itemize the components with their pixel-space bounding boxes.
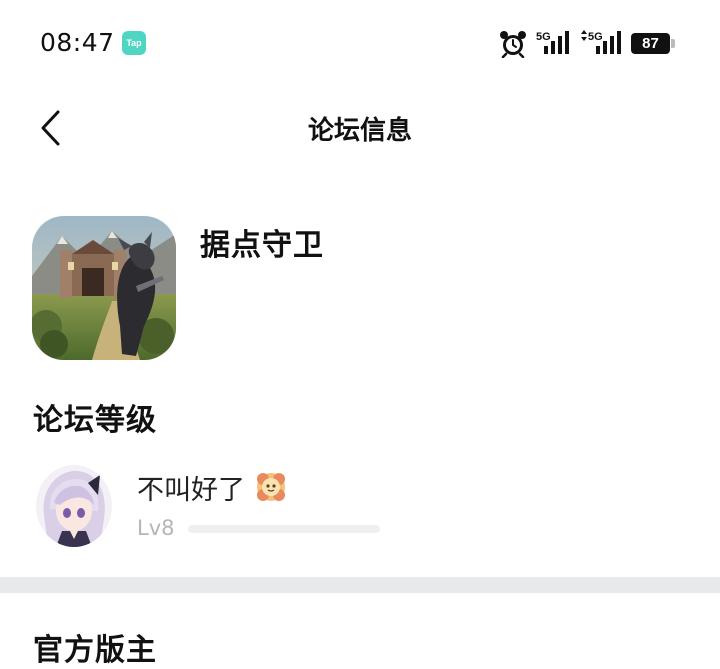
signal-5g-data-icon: 5G — [581, 30, 621, 54]
game-icon[interactable] — [32, 216, 176, 360]
battery-level: 87 — [631, 33, 670, 54]
username: 不叫好了 — [137, 475, 245, 506]
level-progress-bar — [188, 525, 380, 533]
level-label: Lv8 — [137, 516, 175, 540]
nav-bar: 论坛信息 — [0, 86, 720, 172]
forum-level-heading: 论坛等级 — [33, 403, 157, 438]
battery-icon: 87 — [631, 33, 675, 54]
tap-app-icon: Tap — [122, 31, 146, 55]
signal-2-label: 5G — [588, 31, 603, 43]
forum-name: 据点守卫 — [200, 228, 324, 263]
status-time: 08:47 — [40, 28, 115, 57]
signal-5g-icon: 5G — [536, 31, 569, 54]
signal-1-label: 5G — [536, 31, 551, 43]
user-badge-icon — [257, 473, 285, 501]
avatar[interactable] — [36, 465, 112, 547]
status-bar: 08:47 Tap 5G 5G 87 — [0, 0, 720, 86]
page-title: 论坛信息 — [307, 116, 412, 146]
section-divider — [0, 577, 720, 593]
alarm-icon — [500, 31, 526, 58]
moderator-heading: 官方版主 — [33, 633, 157, 668]
